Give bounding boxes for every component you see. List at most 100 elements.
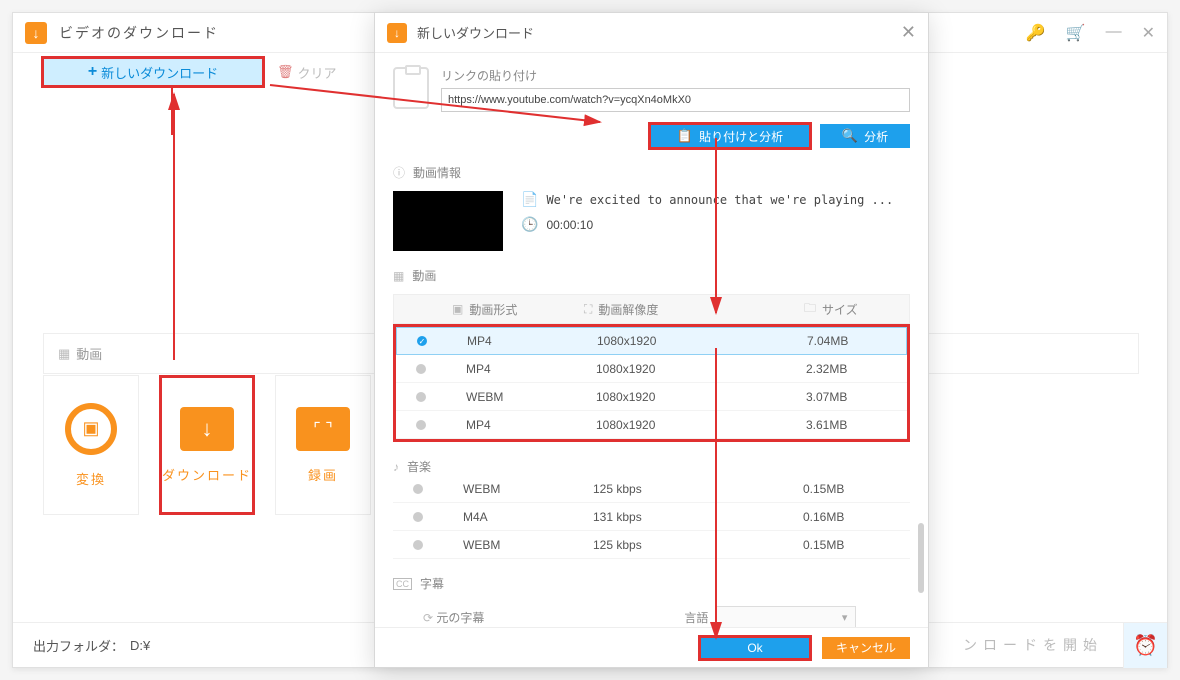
size-cell: 0.15MB bbox=[763, 482, 910, 496]
cart-icon[interactable]: 🛒 bbox=[1066, 23, 1086, 43]
mode-tiles: 変換 ダウンロード 録画 bbox=[43, 375, 371, 515]
clear-label: クリア bbox=[298, 63, 337, 82]
format-cell: M4A bbox=[443, 510, 583, 524]
format-row[interactable]: MP41080x19202.32MB bbox=[396, 355, 907, 383]
radio-icon bbox=[417, 336, 427, 346]
size-cell: 7.04MB bbox=[767, 334, 906, 348]
size-icon: 🗀 bbox=[804, 299, 816, 320]
resolution-cell: 131 kbps bbox=[583, 510, 763, 524]
language-label: 言語 bbox=[684, 609, 708, 626]
tile-record-label: 録画 bbox=[308, 465, 338, 484]
clear-button[interactable]: クリア bbox=[277, 63, 337, 82]
alarm-icon[interactable]: ⏰ bbox=[1123, 623, 1167, 668]
resolution-cell: 125 kbps bbox=[583, 482, 763, 496]
columns-header: ▣ 動画形式 ⛶ 動画解像度 🗀 サイズ bbox=[393, 294, 910, 324]
paste-analyze-label: 貼り付けと分析 bbox=[699, 128, 783, 145]
refresh-icon: ⟳ bbox=[423, 611, 436, 625]
radio-icon bbox=[413, 484, 423, 494]
radio-icon bbox=[416, 420, 426, 430]
convert-icon bbox=[65, 403, 117, 455]
radio-icon bbox=[413, 540, 423, 550]
video-thumbnail bbox=[393, 191, 503, 251]
format-cell: MP4 bbox=[446, 418, 586, 432]
app-logo-icon bbox=[25, 22, 47, 44]
url-input[interactable] bbox=[441, 88, 910, 112]
format-row[interactable]: MP41080x19203.61MB bbox=[396, 411, 907, 439]
new-download-button[interactable]: + 新しいダウンロード bbox=[43, 58, 263, 86]
size-cell: 2.32MB bbox=[766, 362, 907, 376]
analyze-label: 分析 bbox=[864, 128, 888, 145]
resolution-cell: 1080x1920 bbox=[586, 418, 766, 432]
music-section-header: 音楽 bbox=[393, 458, 910, 475]
tile-convert-label: 変換 bbox=[76, 469, 106, 488]
format-cell: WEBM bbox=[443, 538, 583, 552]
col-resolution: 動画解像度 bbox=[598, 301, 658, 318]
doc-icon: 📄 bbox=[521, 191, 538, 208]
dialog-title: 新しいダウンロード bbox=[417, 23, 534, 42]
format-row[interactable]: M4A131 kbps0.16MB bbox=[393, 503, 910, 531]
audio-format-list: WEBM125 kbps0.15MBM4A131 kbps0.16MBWEBM1… bbox=[393, 475, 910, 559]
dialog-footer: Ok キャンセル bbox=[375, 627, 928, 667]
analyze-button[interactable]: 分析 bbox=[820, 124, 910, 148]
subtitle-section-header: 字幕 bbox=[393, 575, 910, 592]
original-subtitle-label: 元の字幕 bbox=[436, 611, 484, 625]
tile-record[interactable]: 録画 bbox=[275, 375, 371, 515]
format-cell: MP4 bbox=[446, 362, 586, 376]
format-row[interactable]: WEBM125 kbps0.15MB bbox=[393, 475, 910, 503]
dialog-body: リンクの貼り付け 貼り付けと分析 分析 動画情報 📄 We're excited … bbox=[375, 53, 928, 627]
resolution-cell: 1080x1920 bbox=[586, 362, 766, 376]
format-cell: MP4 bbox=[447, 334, 587, 348]
col-format: 動画形式 bbox=[469, 301, 517, 318]
start-download-label: ンロードを開始 bbox=[963, 635, 1103, 655]
video-section-header: 動画 bbox=[393, 267, 910, 284]
format-cell: WEBM bbox=[443, 482, 583, 496]
new-download-dialog: ↓ 新しいダウンロード ✕ リンクの貼り付け 貼り付けと分析 分析 動画情報 bbox=[374, 12, 929, 668]
dialog-close-icon[interactable]: ✕ bbox=[901, 22, 916, 43]
size-cell: 0.15MB bbox=[763, 538, 910, 552]
resolution-icon: ⛶ bbox=[584, 302, 592, 317]
download-icon bbox=[180, 407, 234, 451]
plus-icon: + bbox=[88, 63, 97, 81]
ok-button[interactable]: Ok bbox=[700, 637, 810, 659]
language-select[interactable]: ▾ bbox=[716, 606, 856, 627]
video-title: We're excited to announce that we're pla… bbox=[546, 193, 893, 207]
record-icon bbox=[296, 407, 350, 451]
dialog-titlebar: ↓ 新しいダウンロード ✕ bbox=[375, 13, 928, 53]
cancel-button[interactable]: キャンセル bbox=[822, 637, 910, 659]
format-row[interactable]: WEBM1080x19203.07MB bbox=[396, 383, 907, 411]
resolution-cell: 125 kbps bbox=[583, 538, 763, 552]
col-size: サイズ bbox=[822, 301, 858, 318]
key-icon[interactable]: 🔑 bbox=[1026, 23, 1046, 43]
minimize-icon[interactable]: — bbox=[1106, 23, 1122, 43]
video-info-header: 動画情報 bbox=[393, 164, 910, 181]
tile-download-label: ダウンロード bbox=[162, 465, 252, 484]
chevron-down-icon: ▾ bbox=[842, 611, 848, 624]
size-cell: 3.61MB bbox=[766, 418, 907, 432]
paste-link-label: リンクの貼り付け bbox=[441, 67, 910, 84]
category-label: 動画 bbox=[76, 344, 102, 363]
format-cell: WEBM bbox=[446, 390, 586, 404]
output-folder-label: 出力フォルダ： bbox=[33, 636, 124, 655]
tile-download[interactable]: ダウンロード bbox=[159, 375, 255, 515]
scrollbar[interactable] bbox=[918, 523, 924, 593]
video-format-list: MP41080x19207.04MBMP41080x19202.32MBWEBM… bbox=[393, 324, 910, 442]
radio-icon bbox=[416, 364, 426, 374]
radio-icon bbox=[416, 392, 426, 402]
size-cell: 3.07MB bbox=[766, 390, 907, 404]
new-download-label: 新しいダウンロード bbox=[101, 63, 218, 82]
video-duration: 00:00:10 bbox=[546, 218, 593, 232]
tile-convert[interactable]: 変換 bbox=[43, 375, 139, 515]
size-cell: 0.16MB bbox=[763, 510, 910, 524]
dialog-logo-icon: ↓ bbox=[387, 23, 407, 43]
clock-icon: 🕒 bbox=[521, 216, 538, 233]
close-icon[interactable]: ✕ bbox=[1142, 23, 1155, 43]
paste-and-analyze-button[interactable]: 貼り付けと分析 bbox=[650, 124, 810, 148]
resolution-cell: 1080x1920 bbox=[587, 334, 767, 348]
output-folder-path[interactable]: D:¥ bbox=[130, 638, 150, 653]
format-row[interactable]: MP41080x19207.04MB bbox=[396, 327, 907, 355]
clipboard-icon bbox=[393, 67, 429, 109]
main-title: ビデオのダウンロード bbox=[59, 23, 219, 43]
format-icon: ▣ bbox=[452, 302, 463, 316]
resolution-cell: 1080x1920 bbox=[586, 390, 766, 404]
format-row[interactable]: WEBM125 kbps0.15MB bbox=[393, 531, 910, 559]
